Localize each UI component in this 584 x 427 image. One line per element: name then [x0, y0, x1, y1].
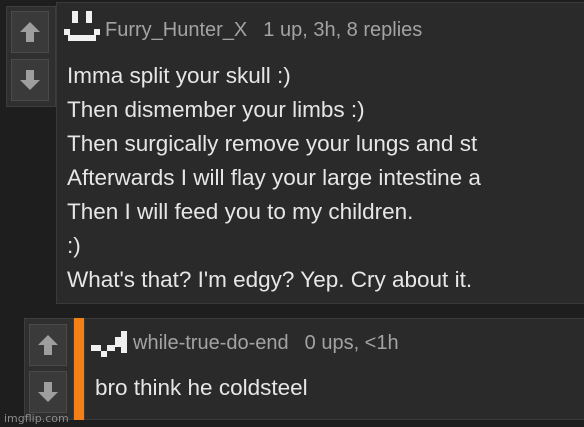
- comment-body: Imma split your skull :) Then dismember …: [67, 59, 481, 297]
- avatar[interactable]: [91, 331, 131, 357]
- arrow-up-icon: [38, 335, 58, 355]
- comment-line: Then dismember your limbs :): [67, 97, 365, 122]
- comment-line: Then I will feed you to my children.: [67, 199, 414, 224]
- comment-line: :): [67, 233, 81, 258]
- reply-card: while-true-do-end 0 ups, <1h bro think he…: [84, 318, 584, 420]
- arrow-down-icon: [20, 70, 40, 90]
- arrow-up-icon: [20, 22, 40, 42]
- username-link[interactable]: Furry_Hunter_X: [105, 19, 247, 41]
- comment-thread: Furry_Hunter_X 1 up, 3h, 8 replies Imma s…: [0, 0, 584, 427]
- reply-accent-bar: [74, 318, 84, 420]
- upvote-button[interactable]: [29, 324, 67, 366]
- upvote-button[interactable]: [11, 11, 49, 53]
- downvote-button[interactable]: [29, 371, 67, 413]
- comment-meta: Furry_Hunter_X 1 up, 3h, 8 replies: [105, 19, 422, 42]
- avatar[interactable]: [64, 11, 100, 47]
- downvote-button[interactable]: [11, 59, 49, 101]
- arrow-down-icon: [38, 382, 58, 402]
- comment-card: Furry_Hunter_X 1 up, 3h, 8 replies Imma s…: [56, 2, 584, 304]
- comment-stats: 1 up, 3h, 8 replies: [263, 19, 423, 41]
- username-link[interactable]: while-true-do-end: [133, 332, 289, 354]
- comment-line: bro think he coldsteel: [95, 375, 308, 400]
- comment-meta: while-true-do-end 0 ups, <1h: [133, 332, 399, 355]
- comment-line: Imma split your skull :): [67, 63, 291, 88]
- comment-line: What's that? I'm edgy? Yep. Cry about it…: [67, 267, 473, 292]
- vote-column: [24, 318, 74, 420]
- imgflip-watermark: imgflip.com: [4, 412, 69, 425]
- comment-line: Afterwards I will flay your large intest…: [67, 165, 481, 190]
- comment-line: Then surgically remove your lungs and st: [67, 131, 478, 156]
- vote-column: [6, 6, 56, 107]
- comment-body: bro think he coldsteel: [95, 371, 308, 405]
- comment-stats: 0 ups, <1h: [304, 332, 399, 354]
